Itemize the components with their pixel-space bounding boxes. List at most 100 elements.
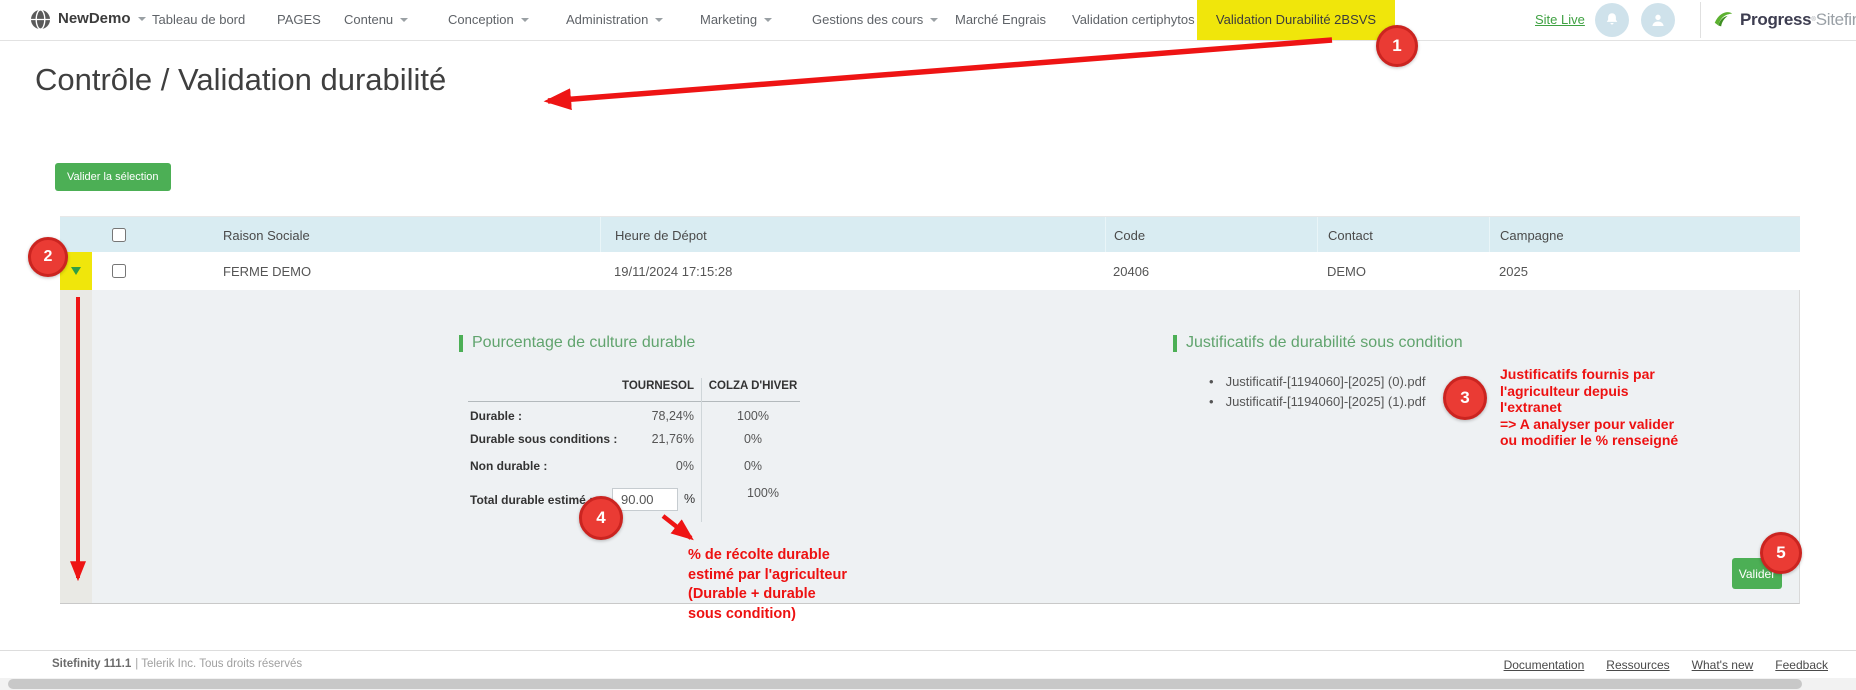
cell-heure-de-depot: 19/11/2024 17:15:28 (600, 252, 1105, 290)
row-detail-panel: Pourcentage de culture durable TOURNESOL… (92, 290, 1800, 604)
justificatifs-heading-label: Justificatifs de durabilité sous conditi… (1186, 334, 1463, 352)
table-row: FERME DEMO 19/11/2024 17:15:28 20406 DEM… (60, 252, 1800, 291)
pct-section-heading: Pourcentage de culture durable (459, 334, 695, 352)
pct-row-durable-sous-conditions: Durable sous conditions : 21,76% 0% (470, 432, 802, 446)
heading-accent-bar (1173, 335, 1177, 352)
column-header-code[interactable]: Code (1105, 217, 1317, 253)
row-detail-section: Pourcentage de culture durable TOURNESOL… (60, 290, 1800, 604)
justificatif-file-link[interactable]: Justificatif-[1194060]-[2025] (0).pdf (1209, 372, 1426, 392)
pct-heading-label: Pourcentage de culture durable (472, 334, 695, 352)
divider (1700, 2, 1701, 38)
footer-copyright-text: | Telerik Inc. Tous droits réservés (135, 658, 302, 670)
nav-item-marketing[interactable]: Marketing (700, 0, 772, 40)
nav-item-administration[interactable]: Administration (566, 0, 663, 40)
justificatif-file-list: Justificatif-[1194060]-[2025] (0).pdf Ju… (1209, 372, 1426, 412)
pct-value-colza: 0% (704, 459, 802, 473)
nav-item-contenu[interactable]: Contenu (344, 0, 408, 40)
caret-down-icon (400, 18, 408, 22)
pct-value-colza: 100% (704, 409, 802, 423)
nav-item-tableau-de-bord[interactable]: Tableau de bord (152, 0, 245, 40)
total-colza-value: 100% (714, 486, 812, 500)
select-all-checkbox[interactable] (112, 228, 126, 242)
total-durable-label: Total durable estimé : (470, 493, 593, 507)
pct-row-label: Non durable : (470, 459, 622, 473)
cell-campagne: 2025 (1489, 252, 1800, 290)
annotation-arrow-title (548, 40, 1332, 101)
page-title: Contrôle / Validation durabilité (35, 62, 446, 98)
nav-item-label: Marketing (700, 12, 757, 27)
pct-table-header: TOURNESOL COLZA D'HIVER (468, 380, 802, 392)
nav-item-label: Contenu (344, 12, 393, 27)
nav-item-label: Conception (448, 12, 514, 27)
scrollbar-thumb[interactable] (8, 679, 1802, 689)
notifications-button[interactable] (1595, 3, 1629, 37)
caret-down-icon (930, 18, 938, 22)
percent-sign: % (684, 492, 695, 506)
column-header-raison-sociale[interactable]: Raison Sociale (215, 217, 600, 253)
footer-product-version: Sitefinity 111.1 (52, 658, 131, 670)
nav-item-validation-certiphytos[interactable]: Validation certiphytos (1072, 0, 1195, 40)
site-selector-label: NewDemo (58, 10, 131, 27)
cell-raison-sociale: FERME DEMO (215, 252, 600, 290)
column-header-contact[interactable]: Contact (1317, 217, 1489, 253)
horizontal-scrollbar[interactable] (0, 678, 1856, 690)
nav-item-marche-engrais[interactable]: Marché Engrais (955, 0, 1046, 40)
column-header-campagne[interactable]: Campagne (1489, 217, 1800, 253)
nav-item-label: Administration (566, 12, 648, 27)
profile-button[interactable] (1641, 3, 1675, 37)
logo-sitefinity-text: Sitefinity (1816, 10, 1856, 30)
logo-progress-text: Progress (1740, 10, 1811, 30)
nav-item-pages[interactable]: PAGES (277, 0, 321, 40)
footer-link-whats-new[interactable]: What's new (1692, 658, 1754, 672)
pct-value-tournesol: 21,76% (622, 432, 694, 446)
checkbox-header-cell (92, 217, 215, 253)
row-checkbox[interactable] (112, 264, 126, 278)
bell-icon (1603, 11, 1621, 29)
pct-row-non-durable: Non durable : 0% 0% (470, 459, 802, 473)
total-durable-input[interactable] (612, 488, 678, 511)
nav-item-validation-durabilite-2bsvs[interactable]: Validation Durabilité 2BSVS (1197, 0, 1395, 40)
footer-copyright: Sitefinity 111.1 | Telerik Inc. Tous droi… (52, 658, 302, 670)
expander-column (60, 290, 92, 604)
footer: Sitefinity 111.1 | Telerik Inc. Tous droi… (0, 650, 1856, 677)
top-navigation: NewDemo Tableau de bord PAGES Contenu Co… (0, 0, 1856, 41)
nav-item-conception[interactable]: Conception (448, 0, 529, 40)
justificatif-file-link[interactable]: Justificatif-[1194060]-[2025] (1).pdf (1209, 392, 1426, 412)
caret-down-icon (655, 18, 663, 22)
footer-links: Documentation Ressources What's new Feed… (1504, 658, 1828, 672)
validate-selection-button[interactable]: Valider la sélection (55, 163, 171, 191)
footer-link-documentation[interactable]: Documentation (1504, 658, 1585, 672)
annotation-badge-3: 3 (1443, 376, 1487, 420)
annotation-badge-2: 2 (28, 237, 68, 277)
progress-sitefinity-logo[interactable]: Progress®Sitefinity™ (1712, 8, 1856, 32)
annotation-note-justificatifs: Justificatifs fournis par l'agriculteur … (1500, 366, 1678, 449)
annotation-badge-1: 1 (1376, 25, 1418, 67)
pct-col-colza: COLZA D'HIVER (704, 380, 802, 392)
pct-row-label: Durable sous conditions : (470, 432, 622, 446)
row-checkbox-cell (92, 252, 215, 290)
pct-col-tournesol: TOURNESOL (468, 380, 694, 392)
pct-column-divider (701, 378, 702, 522)
pct-row-label: Durable : (470, 409, 622, 423)
nav-item-gestions-des-cours[interactable]: Gestions des cours (812, 0, 938, 40)
app-root: NewDemo Tableau de bord PAGES Contenu Co… (0, 0, 1856, 690)
globe-icon (30, 9, 51, 30)
site-live-link[interactable]: Site Live (1535, 0, 1585, 40)
caret-down-icon (764, 18, 772, 22)
column-header-heure-de-depot[interactable]: Heure de Dépot (600, 217, 1105, 253)
pct-header-rule (468, 401, 800, 402)
annotation-note-estimation: % de récolte durable estimé par l'agricu… (688, 546, 847, 624)
footer-link-ressources[interactable]: Ressources (1606, 658, 1669, 672)
collapse-triangle-icon (71, 267, 81, 275)
pct-value-tournesol: 78,24% (622, 409, 694, 423)
caret-down-icon (138, 17, 146, 21)
annotation-badge-4: 4 (579, 496, 623, 540)
site-selector[interactable]: NewDemo (58, 10, 146, 27)
nav-item-label: Gestions des cours (812, 12, 923, 27)
cell-contact: DEMO (1317, 252, 1489, 290)
caret-down-icon (521, 18, 529, 22)
progress-logo-icon (1712, 9, 1734, 31)
footer-link-feedback[interactable]: Feedback (1775, 658, 1828, 672)
pct-value-tournesol: 0% (622, 459, 694, 473)
pct-row-durable: Durable : 78,24% 100% (470, 409, 802, 423)
